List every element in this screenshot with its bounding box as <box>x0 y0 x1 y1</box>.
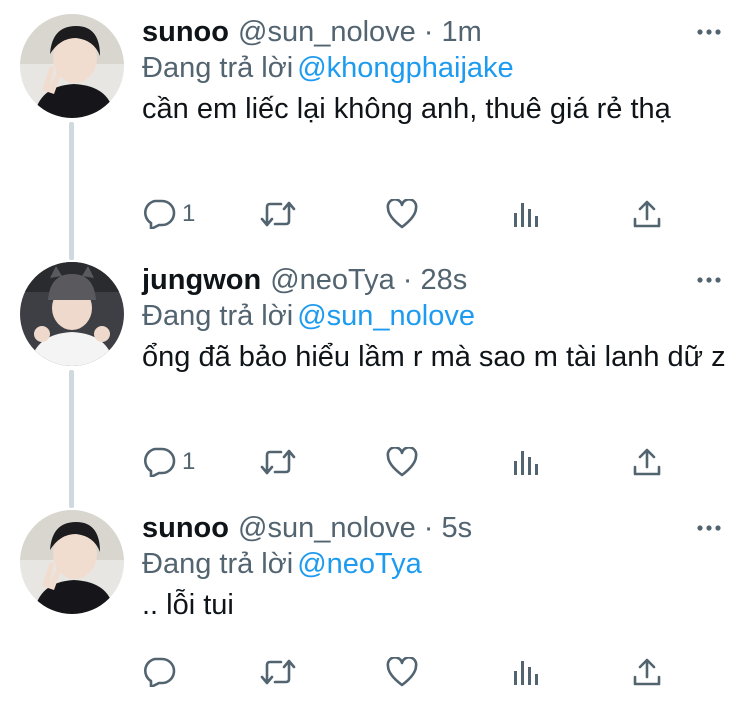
retweet-button[interactable] <box>259 194 297 234</box>
replying-label: Đang trả lời <box>142 548 294 580</box>
tweet-text: cần em liếc lại không anh, thuê giá rẻ t… <box>142 93 671 125</box>
avatar[interactable] <box>20 262 124 366</box>
share-icon <box>633 200 661 228</box>
tweet-text: .. lỗi tui <box>142 589 234 621</box>
views-icon <box>514 203 538 227</box>
retweet-icon <box>260 201 296 227</box>
author-name[interactable]: sunoo <box>142 14 229 50</box>
reply-icon <box>144 657 176 687</box>
more-icon[interactable] <box>692 20 726 44</box>
author-handle[interactable]: @sun_nolove <box>238 14 416 50</box>
replying-to: Đang trả lời @sun_nolove <box>142 298 726 334</box>
tweet-text: ổng đã bảo hiểu lầm r mà sao m tài lanh … <box>142 341 726 373</box>
views-button[interactable] <box>512 442 540 482</box>
views-icon <box>514 661 538 685</box>
like-button[interactable] <box>386 442 418 482</box>
mention-link[interactable]: @sun_nolove <box>297 300 475 332</box>
author-name[interactable]: sunoo <box>142 510 229 546</box>
like-icon <box>386 657 418 687</box>
author-handle[interactable]: @neoTya <box>270 262 395 298</box>
separator-dot: · <box>402 264 413 296</box>
separator-dot: · <box>423 512 434 544</box>
share-button[interactable] <box>632 442 662 482</box>
tweet[interactable]: sunoo @sun_nolove · 1m Đang trả lời @khon… <box>0 14 750 244</box>
tweet[interactable]: jungwon @neoTya · 28s Đang trả lời @sun_n… <box>0 262 750 492</box>
avatar[interactable] <box>20 14 124 118</box>
replying-to: Đang trả lời @khongphaijake <box>142 50 726 86</box>
timestamp[interactable]: 28s <box>420 262 467 298</box>
tweet-thread: sunoo @sun_nolove · 1m Đang trả lời @khon… <box>0 0 750 705</box>
replying-to: Đang trả lời @neoTya <box>142 546 726 582</box>
more-icon[interactable] <box>692 516 726 540</box>
share-icon <box>633 658 661 686</box>
share-button[interactable] <box>632 652 662 692</box>
tweet-actions: 1 <box>142 194 726 234</box>
more-icon[interactable] <box>692 268 726 292</box>
avatar[interactable] <box>20 510 124 614</box>
author-name[interactable]: jungwon <box>142 262 261 298</box>
reply-button[interactable]: 1 <box>142 442 195 482</box>
replying-label: Đang trả lời <box>142 300 294 332</box>
like-button[interactable] <box>386 652 418 692</box>
views-button[interactable] <box>512 652 540 692</box>
reply-icon <box>144 199 176 229</box>
reply-count: 1 <box>182 200 196 227</box>
like-icon <box>386 447 418 477</box>
views-icon <box>514 451 538 475</box>
share-icon <box>633 448 661 476</box>
timestamp[interactable]: 5s <box>441 510 472 546</box>
mention-link[interactable]: @khongphaijake <box>297 52 513 84</box>
retweet-button[interactable] <box>259 442 297 482</box>
separator-dot: · <box>423 16 434 48</box>
retweet-button[interactable] <box>259 652 297 692</box>
views-button[interactable] <box>512 194 540 234</box>
replying-label: Đang trả lời <box>142 52 294 84</box>
timestamp[interactable]: 1m <box>441 14 481 50</box>
tweet-actions <box>142 652 726 692</box>
reply-icon <box>144 447 176 477</box>
reply-button[interactable] <box>142 652 182 692</box>
mention-link[interactable]: @neoTya <box>297 548 422 580</box>
reply-count: 1 <box>182 448 196 475</box>
like-icon <box>386 199 418 229</box>
author-handle[interactable]: @sun_nolove <box>238 510 416 546</box>
tweet[interactable]: sunoo @sun_nolove · 5s Đang trả lời @neoT… <box>0 510 750 700</box>
reply-button[interactable]: 1 <box>142 194 195 234</box>
like-button[interactable] <box>386 194 418 234</box>
retweet-icon <box>260 449 296 475</box>
retweet-icon <box>260 659 296 685</box>
tweet-actions: 1 <box>142 442 726 482</box>
share-button[interactable] <box>632 194 662 234</box>
